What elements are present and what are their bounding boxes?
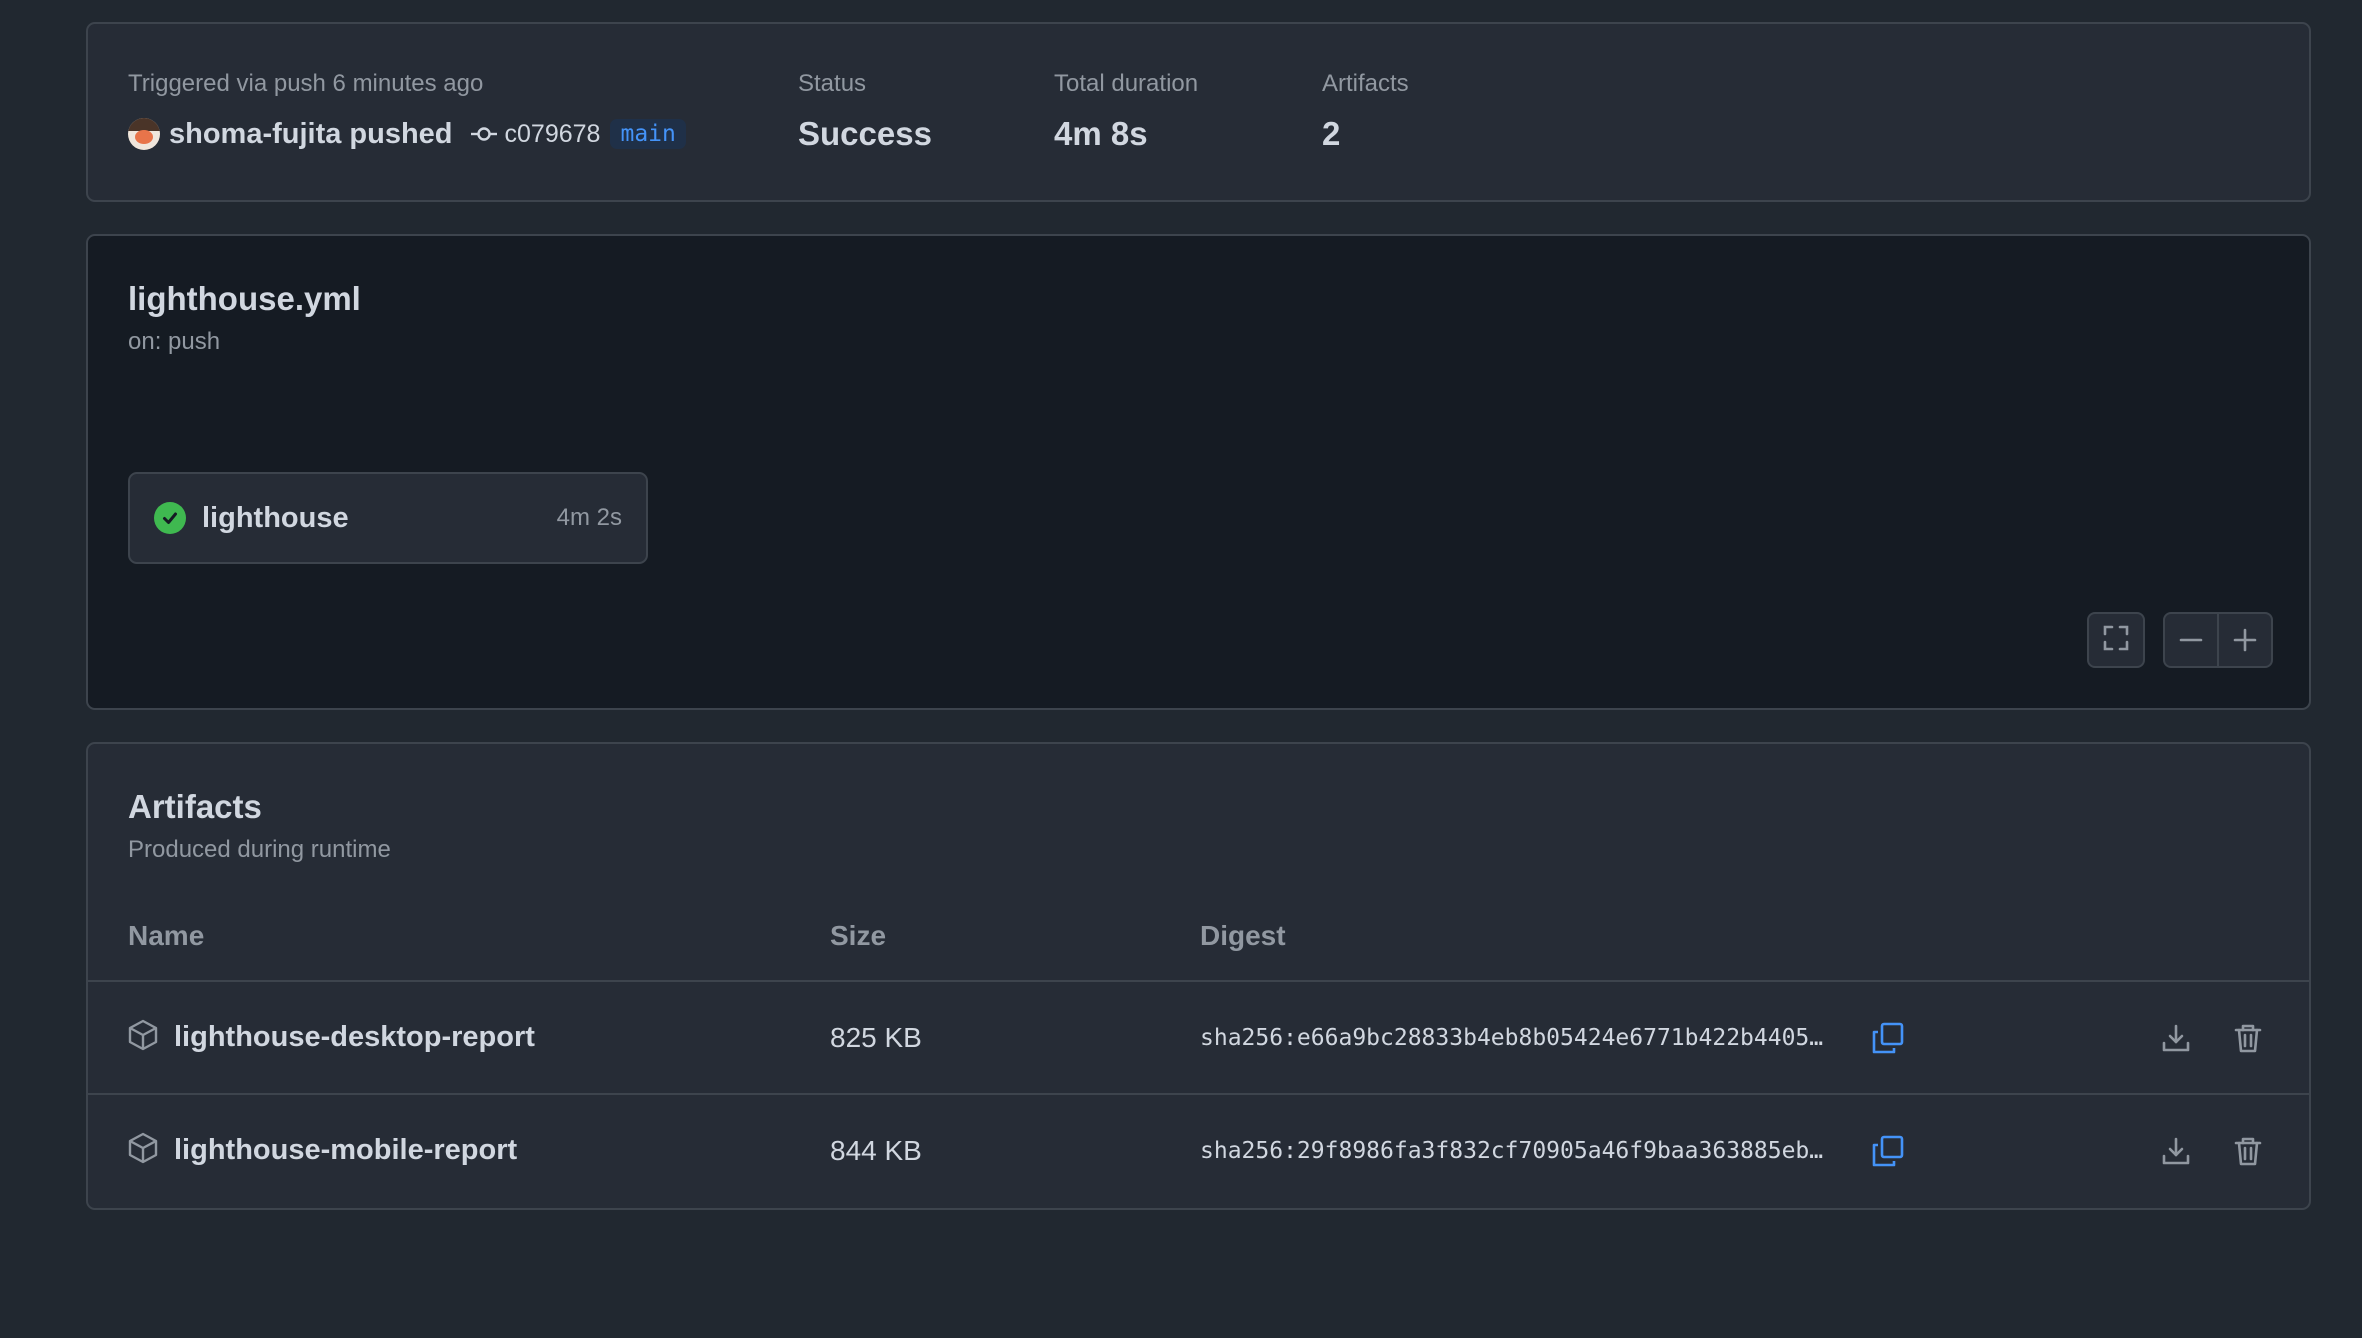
artifact-name-cell: lighthouse-mobile-report [128, 1095, 517, 1206]
plus-icon [2233, 628, 2257, 652]
run-summary-card: Triggered via push 6 minutes ago shoma-f… [86, 22, 2311, 202]
minus-icon [2179, 638, 2203, 642]
trigger-column: Triggered via push 6 minutes ago shoma-f… [128, 68, 686, 154]
table-row: lighthouse-desktop-report 825 KB sha256:… [88, 980, 2309, 1093]
artifact-digest: sha256:e66a9bc28833b4eb8b05424e6771b422b… [1200, 1024, 1824, 1051]
download-button[interactable] [2156, 1095, 2196, 1206]
zoom-controls [2163, 612, 2273, 668]
download-icon [2156, 1131, 2196, 1171]
artifacts-count-column: Artifacts 2 [1322, 68, 1409, 154]
fullscreen-button[interactable] [2087, 612, 2145, 668]
status-label: Status [798, 70, 867, 97]
job-duration: 4m 2s [556, 504, 622, 531]
copy-digest-button[interactable] [1868, 1095, 1908, 1206]
artifact-link[interactable]: lighthouse-mobile-report [174, 1134, 517, 1167]
artifact-digest-cell: sha256:e66a9bc28833b4eb8b05424e6771b422b… [1200, 982, 1850, 1093]
column-header-name: Name [128, 920, 205, 951]
artifact-size: 844 KB [830, 1134, 922, 1166]
workflow-run-page: Triggered via push 6 minutes ago shoma-f… [0, 0, 2362, 1338]
delete-button[interactable] [2228, 982, 2268, 1093]
column-header-digest: Digest [1200, 920, 1286, 951]
zoom-out-button[interactable] [2165, 614, 2217, 666]
artifacts-title: Artifacts [128, 788, 262, 825]
status-value: Success [798, 115, 932, 152]
git-commit-icon [470, 124, 497, 144]
download-icon [2156, 1018, 2196, 1058]
fullscreen-icon [2102, 624, 2130, 657]
artifacts-subtitle: Produced during runtime [128, 836, 391, 863]
trash-icon [2228, 1131, 2268, 1171]
copy-icon [1868, 1131, 1908, 1171]
duration-value: 4m 8s [1054, 115, 1148, 152]
trigger-label: Triggered via push 6 minutes ago [128, 70, 484, 97]
package-icon [128, 1132, 158, 1169]
duration-label: Total duration [1054, 70, 1199, 97]
zoom-in-button[interactable] [2219, 614, 2271, 666]
package-icon [128, 1019, 158, 1056]
artifact-size: 825 KB [830, 1021, 922, 1053]
artifact-link[interactable]: lighthouse-desktop-report [174, 1021, 535, 1054]
column-header-size: Size [830, 920, 887, 951]
branch-badge[interactable]: main [610, 119, 686, 149]
download-button[interactable] [2156, 982, 2196, 1093]
table-row: lighthouse-mobile-report 844 KB sha256:2… [88, 1093, 2309, 1208]
artifacts-count-value[interactable]: 2 [1322, 114, 1409, 154]
job-card-lighthouse[interactable]: lighthouse 4m 2s [128, 472, 648, 564]
workflow-title[interactable]: lighthouse.yml [128, 280, 361, 318]
trigger-details: shoma-fujita pushed c079678 main [128, 114, 686, 154]
job-name: lighthouse [202, 501, 349, 534]
check-circle-icon [154, 502, 186, 534]
actor-link[interactable]: shoma-fujita [169, 118, 341, 151]
artifact-digest-cell: sha256:29f8986fa3f832cf70905a46f9baa3638… [1200, 1095, 1850, 1206]
artifact-name-cell: lighthouse-desktop-report [128, 982, 535, 1093]
duration-column: Total duration 4m 8s [1054, 68, 1198, 154]
artifacts-card: Artifacts Produced during runtime Name S… [86, 742, 2311, 1210]
copy-icon [1868, 1018, 1908, 1058]
copy-digest-button[interactable] [1868, 982, 1908, 1093]
artifact-digest: sha256:29f8986fa3f832cf70905a46f9baa3638… [1200, 1137, 1824, 1164]
avatar[interactable] [128, 118, 160, 150]
actor-verb: pushed [349, 117, 453, 150]
artifacts-count-label: Artifacts [1322, 70, 1409, 97]
workflow-trigger: on: push [128, 328, 221, 355]
artifact-size-cell: 825 KB [830, 982, 922, 1093]
delete-button[interactable] [2228, 1095, 2268, 1206]
artifact-size-cell: 844 KB [830, 1095, 922, 1206]
commit-sha-link[interactable]: c079678 [505, 120, 601, 149]
status-column: Status Success [798, 68, 932, 154]
trash-icon [2228, 1018, 2268, 1058]
workflow-graph-card: lighthouse.yml on: push lighthouse 4m 2s [86, 234, 2311, 710]
